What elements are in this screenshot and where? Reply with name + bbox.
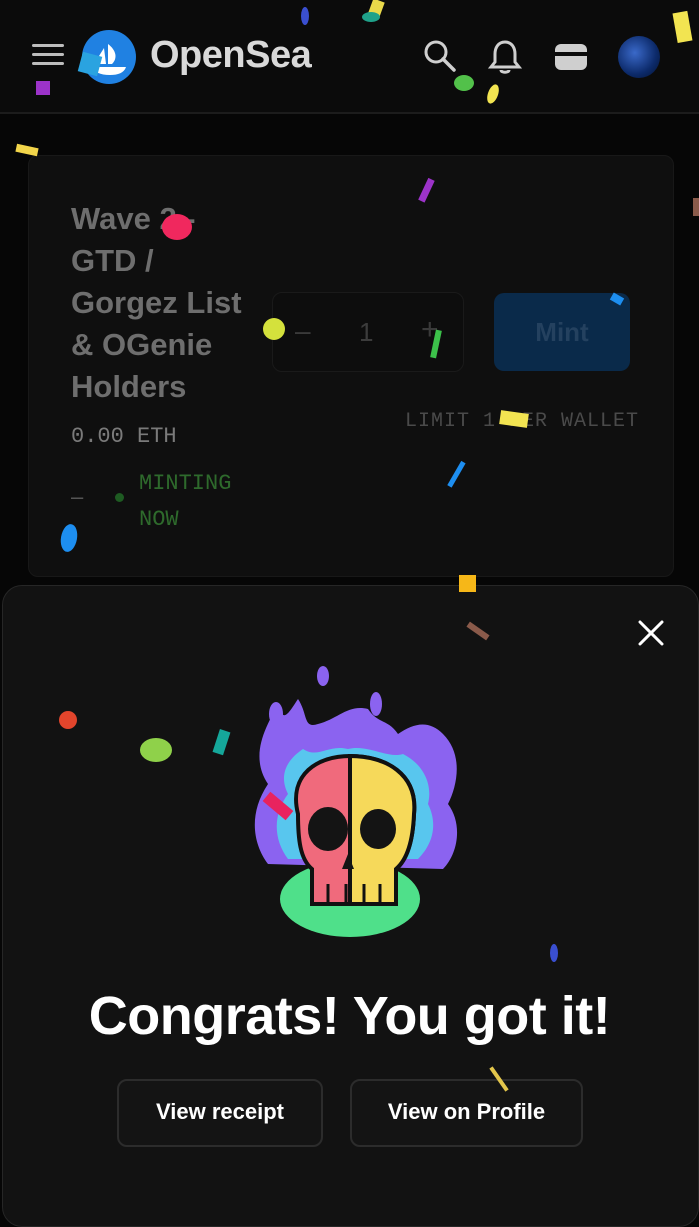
mint-price: 0.00 ETH xyxy=(71,424,177,449)
search-icon[interactable] xyxy=(422,38,458,74)
status-dash: – xyxy=(71,484,84,509)
menu-icon[interactable] xyxy=(32,44,64,68)
decrement-button[interactable]: – xyxy=(295,315,311,347)
opensea-logo-icon[interactable] xyxy=(82,30,136,84)
top-navbar: OpenSea xyxy=(0,0,699,114)
minting-status: MINTING NOW xyxy=(139,471,232,532)
status-dot-icon xyxy=(115,493,124,502)
avatar[interactable] xyxy=(618,36,660,78)
view-on-profile-button[interactable]: View on Profile xyxy=(350,1079,583,1147)
increment-button[interactable]: + xyxy=(421,313,439,347)
mint-card: Wave 2 - GTD / Gorgez List & OGenie Hold… xyxy=(28,155,674,577)
view-receipt-button[interactable]: View receipt xyxy=(117,1079,323,1147)
brand-name[interactable]: OpenSea xyxy=(150,34,312,77)
bell-icon[interactable] xyxy=(488,38,522,76)
congrats-heading: Congrats! You got it! xyxy=(88,986,611,1046)
quantity-stepper[interactable]: – 1 + xyxy=(272,292,464,372)
skull-nft-image xyxy=(254,666,458,937)
mint-limit: LIMIT 1 PER WALLET xyxy=(405,410,640,433)
quantity-value: 1 xyxy=(359,317,374,347)
wallet-icon[interactable] xyxy=(552,38,590,74)
close-icon[interactable] xyxy=(634,616,668,650)
drop-title: Wave 2 - GTD / Gorgez List & OGenie Hold… xyxy=(71,201,242,404)
mint-button[interactable]: Mint xyxy=(494,293,630,371)
